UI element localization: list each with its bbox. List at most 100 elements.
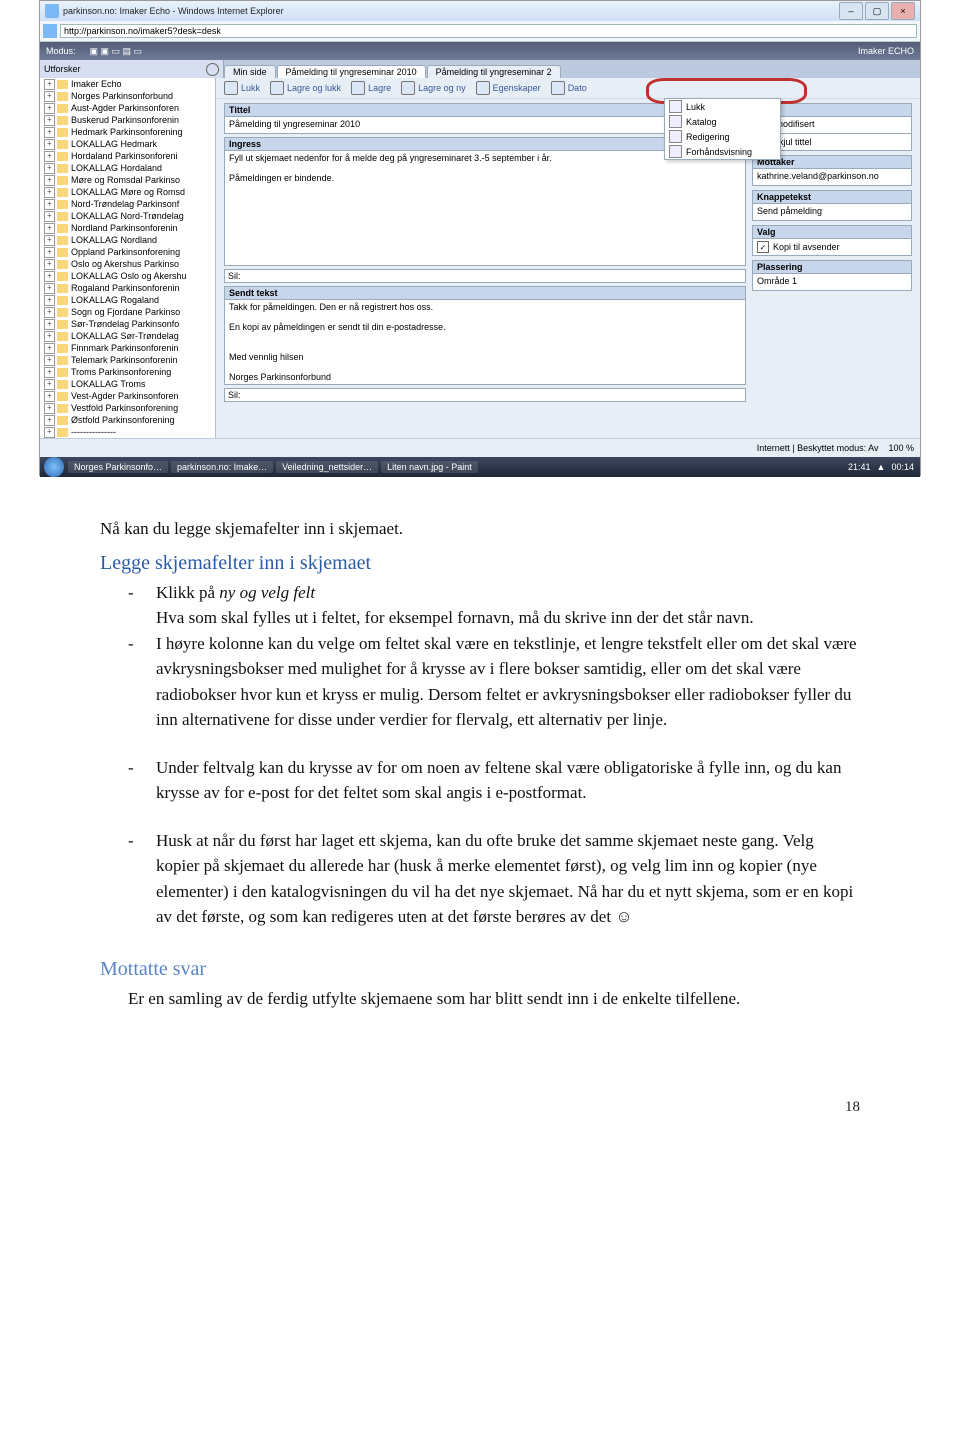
expand-icon[interactable]: +: [44, 271, 55, 282]
expand-icon[interactable]: +: [44, 283, 55, 294]
expand-icon[interactable]: +: [44, 259, 55, 270]
expand-icon[interactable]: +: [44, 307, 55, 318]
tree-item[interactable]: +LOKALLAG Hedmark: [40, 138, 215, 150]
tree-item[interactable]: +Hedmark Parkinsonforening: [40, 126, 215, 138]
lagreoglukk-button[interactable]: Lagre og lukk: [270, 81, 341, 95]
minimize-button[interactable]: –: [839, 2, 863, 20]
tree-item[interactable]: +Vestfold Parkinsonforening: [40, 402, 215, 414]
expand-icon[interactable]: +: [44, 295, 55, 306]
tab-pam2010[interactable]: Påmelding til yngreseminar 2010: [277, 65, 426, 78]
ingress-value[interactable]: Fyll ut skjemaet nedenfor for å melde de…: [224, 151, 746, 266]
expand-icon[interactable]: +: [44, 127, 55, 138]
tree-item[interactable]: +Imaker Echo: [40, 78, 215, 90]
ctx-lukk[interactable]: Lukk: [665, 99, 780, 114]
tab-minside[interactable]: Min side: [224, 65, 276, 78]
expand-icon[interactable]: +: [44, 391, 55, 402]
tree-item[interactable]: +Norges Parkinsonforbund: [40, 90, 215, 102]
tree-item[interactable]: +LOKALLAG Oslo og Akershu: [40, 270, 215, 282]
tree-item[interactable]: +Hordaland Parkinsonforeni: [40, 150, 215, 162]
ctx-katalog[interactable]: Katalog: [665, 114, 780, 129]
valg-header: Valg: [752, 225, 912, 239]
folder-icon: [57, 224, 68, 233]
expand-icon[interactable]: +: [44, 223, 55, 234]
sil-input-1[interactable]: Sil:: [224, 269, 746, 283]
tab-pam2[interactable]: Påmelding til yngreseminar 2: [427, 65, 561, 78]
taskbar-item[interactable]: Liten navn.jpg - Paint: [381, 461, 478, 473]
tree-item[interactable]: +LOKALLAG Hordaland: [40, 162, 215, 174]
expand-icon[interactable]: +: [44, 415, 55, 426]
dato-button[interactable]: Dato: [551, 81, 587, 95]
tree-item[interactable]: +LOKALLAG Møre og Romsd: [40, 186, 215, 198]
knapp-value[interactable]: Send påmelding: [752, 204, 912, 221]
tree-item[interactable]: +Sør-Trøndelag Parkinsonfo: [40, 318, 215, 330]
expand-icon[interactable]: +: [44, 367, 55, 378]
tree-item[interactable]: +Østfold Parkinsonforening: [40, 414, 215, 426]
expand-icon[interactable]: +: [44, 355, 55, 366]
tree-item[interactable]: +LOKALLAG Troms: [40, 378, 215, 390]
sil-input-2[interactable]: Sil:: [224, 388, 746, 402]
expand-icon[interactable]: +: [44, 427, 55, 438]
tree-item[interactable]: +---------------: [40, 426, 215, 438]
taskbar-item[interactable]: Norges Parkinsonfo…: [68, 461, 168, 473]
expand-icon[interactable]: +: [44, 211, 55, 222]
expand-icon[interactable]: +: [44, 331, 55, 342]
expand-icon[interactable]: +: [44, 403, 55, 414]
expand-icon[interactable]: +: [44, 235, 55, 246]
expand-icon[interactable]: +: [44, 187, 55, 198]
tree-item[interactable]: +Nordland Parkinsonforenin: [40, 222, 215, 234]
status-zoom: 100 %: [888, 443, 914, 453]
plassering-value[interactable]: Område 1: [752, 274, 912, 291]
tree-item[interactable]: +Sogn og Fjordane Parkinso: [40, 306, 215, 318]
expand-icon[interactable]: +: [44, 343, 55, 354]
lukk-button[interactable]: Lukk: [224, 81, 260, 95]
windows-taskbar: Norges Parkinsonfo…parkinson.no: Imake…V…: [40, 457, 920, 477]
folder-icon: [57, 296, 68, 305]
tree-item[interactable]: +Aust-Agder Parkinsonforen: [40, 102, 215, 114]
maximize-button[interactable]: ▢: [865, 2, 889, 20]
expand-icon[interactable]: +: [44, 379, 55, 390]
egenskaper-button[interactable]: Egenskaper: [476, 81, 541, 95]
tree-item[interactable]: +LOKALLAG Nord-Trøndelag: [40, 210, 215, 222]
close-button[interactable]: ×: [891, 2, 915, 20]
reload-icon[interactable]: [206, 63, 219, 76]
expand-icon[interactable]: +: [44, 91, 55, 102]
url-input[interactable]: [60, 24, 917, 38]
valg-checkbox[interactable]: ✓Kopi til avsender: [752, 239, 912, 256]
expand-icon[interactable]: +: [44, 115, 55, 126]
tree-item[interactable]: +Oppland Parkinsonforening: [40, 246, 215, 258]
taskbar-item[interactable]: Veiledning_nettsider…: [276, 461, 378, 473]
lagreogny-button[interactable]: Lagre og ny: [401, 81, 466, 95]
tree-item[interactable]: +Oslo og Akershus Parkinso: [40, 258, 215, 270]
expand-icon[interactable]: +: [44, 247, 55, 258]
expand-icon[interactable]: +: [44, 319, 55, 330]
tree-item[interactable]: +Troms Parkinsonforening: [40, 366, 215, 378]
ctx-forhand[interactable]: Forhåndsvisning: [665, 144, 780, 159]
tree-item[interactable]: +Vest-Agder Parkinsonforen: [40, 390, 215, 402]
tree-item[interactable]: +Buskerud Parkinsonforenin: [40, 114, 215, 126]
expand-icon[interactable]: +: [44, 139, 55, 150]
mottaker-value[interactable]: kathrine.veland@parkinson.no: [752, 169, 912, 186]
tree-item[interactable]: +Telemark Parkinsonforenin: [40, 354, 215, 366]
tree-item[interactable]: +Rogaland Parkinsonforenin: [40, 282, 215, 294]
taskbar-item[interactable]: parkinson.no: Imake…: [171, 461, 273, 473]
tree-item[interactable]: +Møre og Romsdal Parkinso: [40, 174, 215, 186]
save-new-icon: [401, 81, 415, 95]
expand-icon[interactable]: +: [44, 199, 55, 210]
expand-icon[interactable]: +: [44, 175, 55, 186]
expand-icon[interactable]: +: [44, 163, 55, 174]
folder-icon: [57, 104, 68, 113]
tree-item[interactable]: +Nord-Trøndelag Parkinsonf: [40, 198, 215, 210]
sendt-value[interactable]: Takk for påmeldingen. Den er nå registre…: [224, 300, 746, 385]
tree-item[interactable]: +LOKALLAG Nordland: [40, 234, 215, 246]
tree-item[interactable]: +Finnmark Parkinsonforenin: [40, 342, 215, 354]
ctx-redigering[interactable]: Redigering: [665, 129, 780, 144]
tree-item[interactable]: +LOKALLAG Rogaland: [40, 294, 215, 306]
start-button[interactable]: [44, 457, 64, 477]
folder-icon: [57, 380, 68, 389]
tree-item[interactable]: +LOKALLAG Sør-Trøndelag: [40, 330, 215, 342]
expand-icon[interactable]: +: [44, 79, 55, 90]
ie-window: parkinson.no: Imaker Echo - Windows Inte…: [39, 0, 921, 476]
lagre-button[interactable]: Lagre: [351, 81, 391, 95]
expand-icon[interactable]: +: [44, 151, 55, 162]
expand-icon[interactable]: +: [44, 103, 55, 114]
